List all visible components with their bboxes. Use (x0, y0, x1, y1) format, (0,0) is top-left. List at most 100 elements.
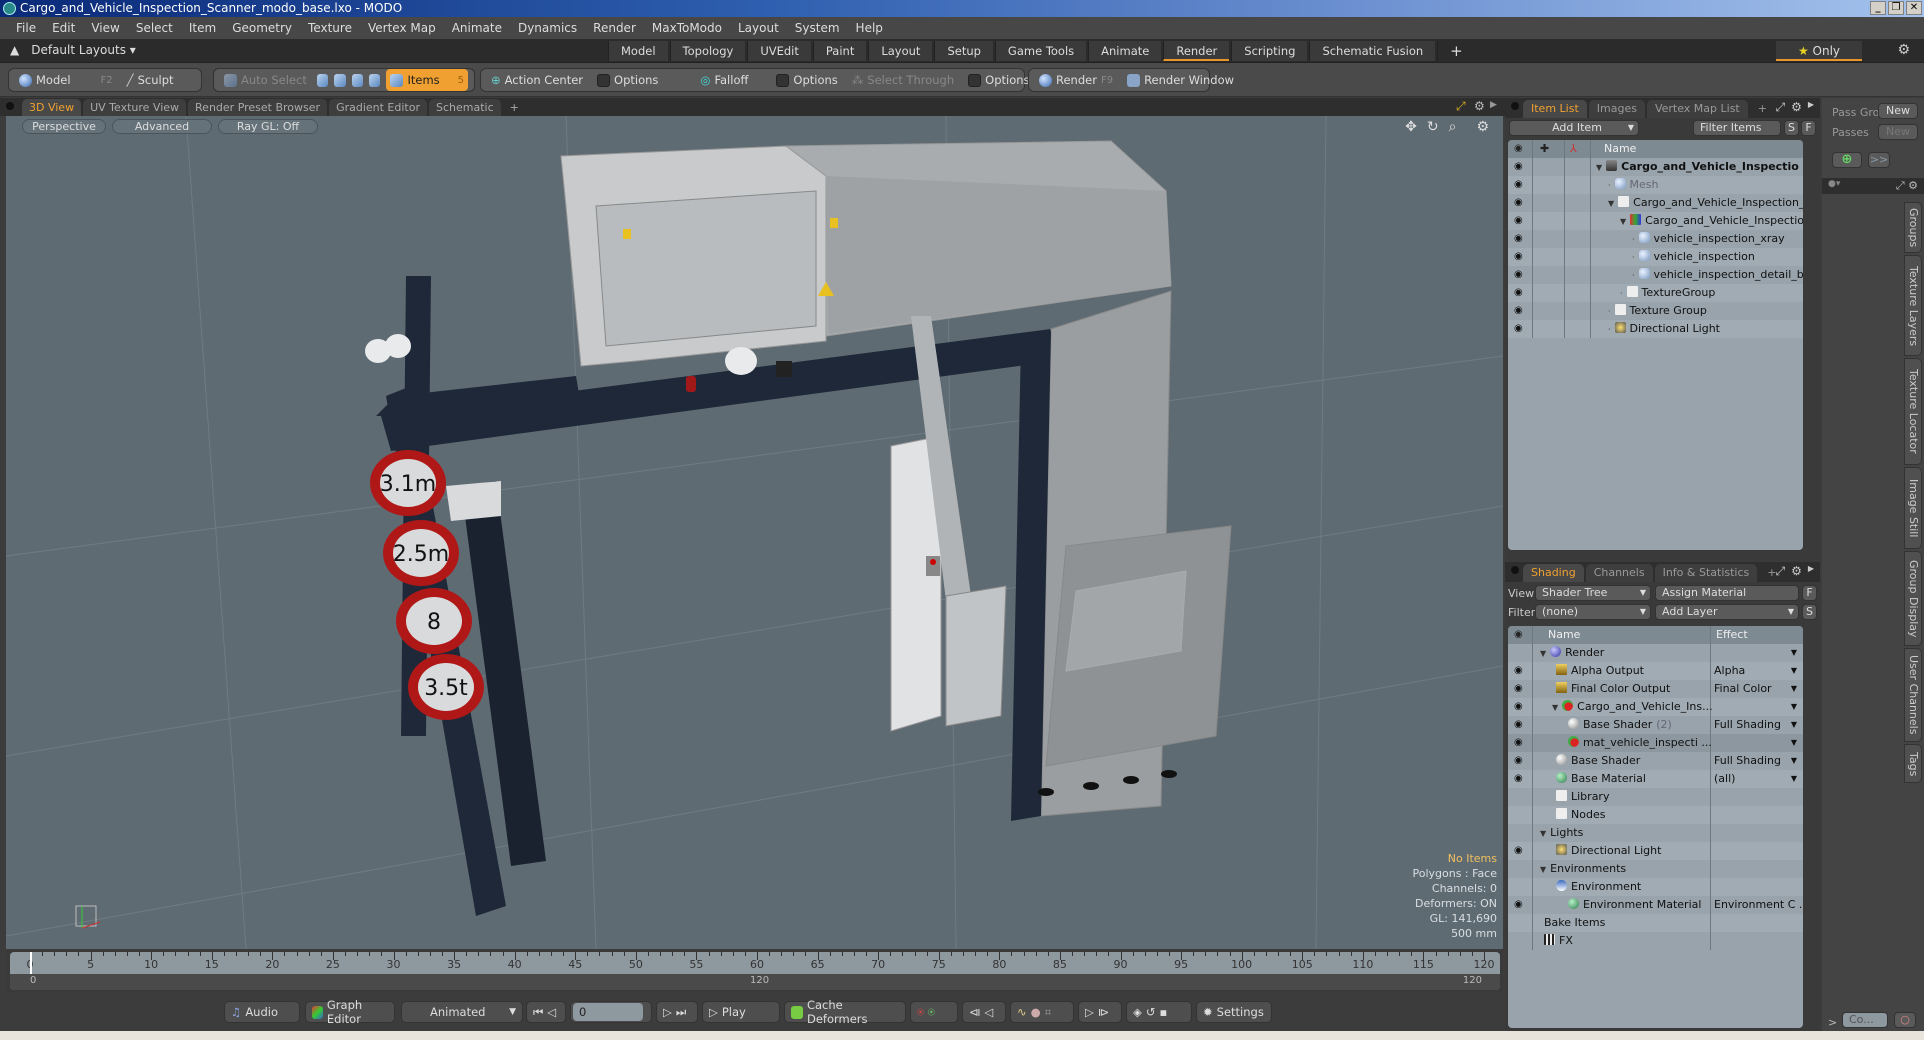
shader-row[interactable]: ◉ Base Material (all) ▼ (1508, 770, 1803, 788)
record-macro-icon[interactable]: ○ (1894, 1012, 1916, 1028)
item-row[interactable]: ◉ ▼ Cargo_and_Vehicle_Inspectio ... (1508, 158, 1803, 176)
menu-texture[interactable]: Texture (300, 21, 360, 35)
render-button[interactable]: Render F9 (1035, 69, 1117, 91)
tab-vertex-map-list[interactable]: Vertex Map List (1646, 100, 1748, 118)
layout-tab-uvedit[interactable]: UVEdit (747, 41, 811, 61)
shader-row[interactable]: ◉ Base Shader Full Shading ▼ (1508, 752, 1803, 770)
shader-row[interactable]: ◉ Base Shader (2) Full Shading ▼ (1508, 716, 1803, 734)
raygl-button[interactable]: Ray GL: Off (218, 119, 318, 134)
item-row[interactable]: ◉ · vehicle_inspection_detail_b ... (1508, 266, 1803, 284)
panel-menu-icon[interactable] (6, 102, 14, 110)
side-tab-tags[interactable]: Tags (1904, 744, 1922, 784)
tab-shading[interactable]: Shading (1523, 564, 1584, 582)
shading-f-button[interactable]: F (1802, 585, 1817, 601)
items-mode-button[interactable]: Items 5 (386, 69, 469, 91)
new-pass-group-button[interactable]: New (1878, 103, 1918, 119)
tab-gradient-editor[interactable]: Gradient Editor (329, 99, 427, 116)
expand-arrow-icon[interactable]: ▼ (1552, 703, 1558, 712)
item-row[interactable]: ◉ · Mesh (1508, 176, 1803, 194)
side-tab-texture-locator[interactable]: Texture Locator (1904, 358, 1922, 465)
filter-items-field[interactable]: Filter Items (1693, 120, 1781, 136)
effect-dropdown-icon[interactable]: ▼ (1791, 680, 1797, 698)
menu-dynamics[interactable]: Dynamics (510, 21, 585, 35)
shader-row[interactable]: Nodes (1508, 806, 1803, 824)
maximize-icon[interactable]: ⤢ (1775, 100, 1785, 115)
add-pass-icon[interactable]: ⊕ (1832, 152, 1862, 168)
menu-geometry[interactable]: Geometry (224, 21, 300, 35)
settings-button[interactable]: ✹ Settings (1196, 1001, 1272, 1023)
shader-row[interactable]: ◉ ▼ Cargo_and_Vehicle_Ins... ▼ (1508, 698, 1803, 716)
go-end-icon[interactable]: ⏭ (676, 1005, 686, 1020)
visibility-eye-icon[interactable]: ◉ (1514, 194, 1528, 212)
add-layer-dropdown[interactable]: Add Layer ▼ (1655, 604, 1799, 620)
item-row[interactable]: ◉ · vehicle_inspection (1508, 248, 1803, 266)
menu-system[interactable]: System (787, 21, 848, 35)
sculpt-mode-button[interactable]: ╱ Sculpt (123, 69, 178, 91)
shader-row[interactable]: Environment (1508, 878, 1803, 896)
shader-row[interactable]: ◉ Alpha Output Alpha ▼ (1508, 662, 1803, 680)
shader-row[interactable]: ◉ mat_vehicle_inspecti ... ▼ (1508, 734, 1803, 752)
command-input[interactable]: Co... (1842, 1012, 1888, 1028)
audio-button[interactable]: ♫ Audio (224, 1001, 300, 1023)
viewport-gear-icon[interactable]: ⚙ (1474, 99, 1485, 113)
gear-icon[interactable]: ⚙ (1791, 100, 1802, 115)
effect-dropdown-icon[interactable]: ▼ (1791, 770, 1797, 788)
add-layout-tab-button[interactable]: + (1437, 41, 1475, 61)
visibility-eye-icon[interactable]: ◉ (1514, 230, 1528, 248)
visibility-eye-icon[interactable]: ◉ (1514, 734, 1528, 752)
model-mode-button[interactable]: Model F2 (15, 69, 117, 91)
perspective-button[interactable]: Perspective (22, 119, 106, 134)
viewport-arrow-icon[interactable]: ▶ (1490, 100, 1497, 110)
side-tab-image-still[interactable]: Image Still (1904, 467, 1922, 550)
menu-item[interactable]: Item (181, 21, 224, 35)
side-tab-group-display[interactable]: Group Display (1904, 551, 1922, 646)
menu-render[interactable]: Render (585, 21, 644, 35)
next-key2-icon[interactable]: ▷ (1085, 1005, 1094, 1019)
go-start-icon[interactable]: ⏮ (533, 1005, 543, 1020)
menu-file[interactable]: File (8, 21, 44, 35)
effect-dropdown-icon[interactable]: ▼ (1791, 662, 1797, 680)
more-button[interactable]: >> (1868, 152, 1890, 168)
tab-uv-texture-view[interactable]: UV Texture View (83, 99, 187, 116)
key-options-icon[interactable]: ⌗ (1045, 1005, 1051, 1020)
menu-view[interactable]: View (83, 21, 127, 35)
auto-select-button[interactable]: Auto Select (220, 69, 311, 91)
item-row[interactable]: ◉ ▼ Cargo_and_Vehicle_Inspectio ... (1508, 212, 1803, 230)
shader-row[interactable]: ▼ Environments (1508, 860, 1803, 878)
shader-row[interactable]: ◉ Final Color Output Final Color ▼ (1508, 680, 1803, 698)
assign-material-button[interactable]: Assign Material (1655, 585, 1799, 601)
action-center-button[interactable]: ⊕ Action Center (487, 69, 587, 91)
visibility-eye-icon[interactable]: ◉ (1514, 770, 1528, 788)
shader-row[interactable]: FX (1508, 932, 1803, 950)
side-tab-texture-layers[interactable]: Texture Layers (1904, 255, 1922, 356)
effect-dropdown-icon[interactable]: ▼ (1791, 752, 1797, 770)
tab-info-statistics[interactable]: Info & Statistics (1654, 564, 1758, 582)
action-center-options[interactable]: Options (593, 69, 662, 91)
visibility-eye-icon[interactable]: ◉ (1514, 212, 1528, 230)
side-panel-icons[interactable]: ⤢ ⚙ (1896, 179, 1918, 193)
visibility-eye-icon[interactable]: ◉ (1514, 302, 1528, 320)
effect-dropdown-icon[interactable]: ▼ (1791, 716, 1797, 734)
item-s-button[interactable]: S (1784, 120, 1799, 136)
range-bar[interactable]: 0 120 120 (10, 974, 1500, 990)
expand-arrow-icon[interactable]: ▼ (1608, 199, 1614, 208)
timeline-ruler[interactable]: 0 120 120 0 5 10 15 20 25 30 35 40 45 50 55 60 65 70 75… (10, 952, 1500, 990)
menu-layout[interactable]: Layout (730, 21, 787, 35)
curve-icon[interactable]: ∿ (1017, 1005, 1027, 1019)
visibility-eye-icon[interactable]: ◉ (1514, 176, 1528, 194)
menu-edit[interactable]: Edit (44, 21, 83, 35)
add-tab-button[interactable]: + (1750, 100, 1775, 118)
shader-row[interactable]: ▼ Lights (1508, 824, 1803, 842)
animated-dropdown[interactable]: Animated ▼ (401, 1001, 523, 1023)
new-pass-button[interactable]: New (1878, 124, 1918, 140)
layout-tab-layout[interactable]: Layout (868, 41, 933, 61)
expand-arrow-icon[interactable]: ▼ (1620, 217, 1626, 226)
expand-arrow-icon[interactable]: ▼ (1540, 865, 1546, 874)
shader-row[interactable]: ▼ Render ▼ (1508, 644, 1803, 662)
tab-render-preset-browser[interactable]: Render Preset Browser (188, 99, 328, 116)
frame-field[interactable]: 0 (570, 1001, 652, 1023)
render-window-button[interactable]: Render Window (1123, 69, 1238, 91)
item-row[interactable]: ◉ · vehicle_inspection_xray (1508, 230, 1803, 248)
panel-menu-icon[interactable] (1511, 102, 1519, 110)
only-toggle[interactable]: ★ Only (1776, 41, 1862, 61)
